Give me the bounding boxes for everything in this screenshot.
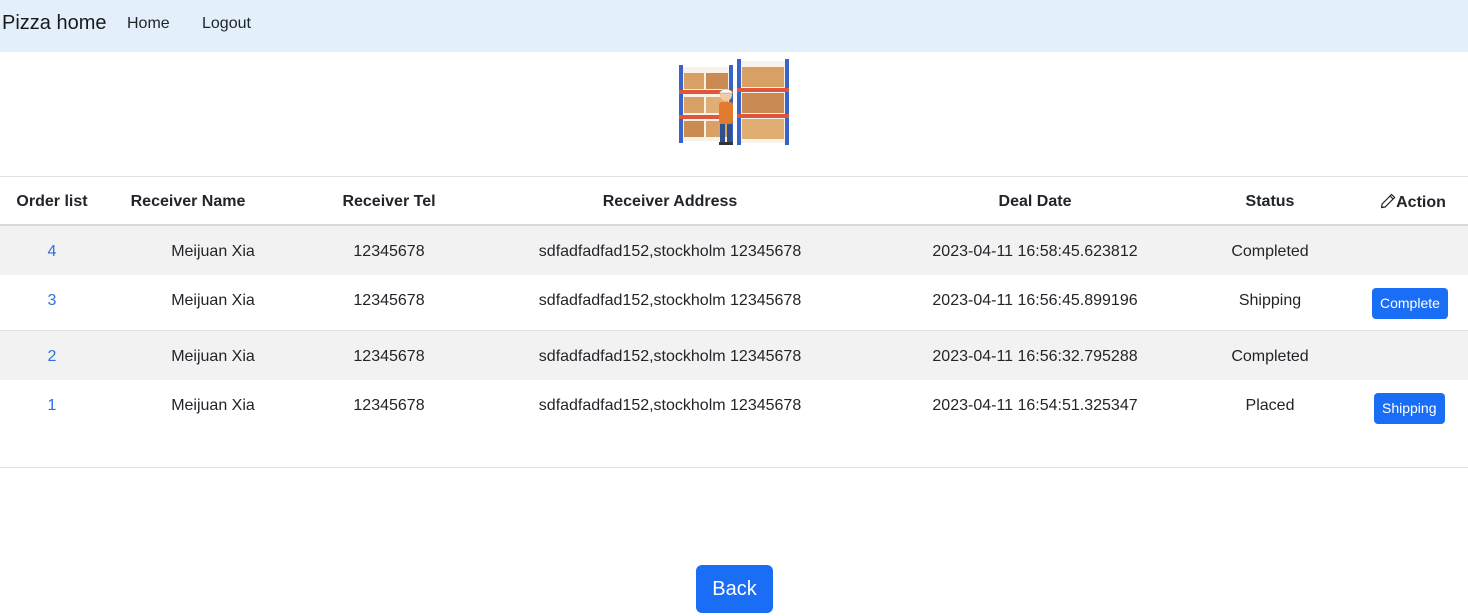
header-receiver-tel: Receiver Tel bbox=[342, 193, 436, 210]
receiver-tel: 12345678 bbox=[353, 243, 425, 260]
table-row: 4 Meijuan Xia 12345678 sdfadfadfad152,st… bbox=[0, 226, 1468, 275]
header-receiver-name: Receiver Name bbox=[130, 193, 246, 210]
order-status: Shipping bbox=[1238, 292, 1302, 309]
header-action-label: Action bbox=[1396, 194, 1446, 211]
warehouse-illustration bbox=[679, 59, 789, 145]
nav-logout-link[interactable]: Logout bbox=[202, 15, 251, 33]
receiver-address: sdfadfadfad152,stockholm 12345678 bbox=[538, 397, 802, 414]
right-rack bbox=[737, 59, 789, 145]
order-link[interactable]: 3 bbox=[48, 292, 57, 310]
order-link[interactable]: 1 bbox=[48, 397, 57, 415]
deal-date: 2023-04-11 16:56:45.899196 bbox=[932, 292, 1138, 309]
navbar: Pizza home Home Logout bbox=[0, 0, 1468, 52]
receiver-name: Meijuan Xia bbox=[171, 397, 255, 414]
receiver-tel: 12345678 bbox=[353, 397, 425, 414]
table-row: 2 Meijuan Xia 12345678 sdfadfadfad152,st… bbox=[0, 331, 1468, 380]
table-header: Order list Receiver Name Receiver Tel Re… bbox=[0, 176, 1468, 226]
order-status: Completed bbox=[1231, 348, 1309, 365]
deal-date: 2023-04-11 16:56:32.795288 bbox=[932, 348, 1138, 365]
order-link[interactable]: 2 bbox=[48, 348, 57, 366]
table-row: 1 Meijuan Xia 12345678 sdfadfadfad152,st… bbox=[0, 380, 1468, 468]
receiver-name: Meijuan Xia bbox=[171, 292, 255, 309]
receiver-address: sdfadfadfad152,stockholm 12345678 bbox=[538, 243, 802, 260]
header-receiver-address: Receiver Address bbox=[602, 193, 738, 210]
order-status: Placed bbox=[1245, 397, 1295, 414]
complete-button[interactable]: Complete bbox=[1372, 288, 1448, 319]
receiver-address: sdfadfadfad152,stockholm 12345678 bbox=[538, 292, 802, 309]
shipping-button[interactable]: Shipping bbox=[1374, 393, 1445, 424]
receiver-tel: 12345678 bbox=[353, 348, 425, 365]
header-order-list: Order list bbox=[16, 193, 88, 210]
receiver-name: Meijuan Xia bbox=[171, 348, 255, 365]
deal-date: 2023-04-11 16:54:51.325347 bbox=[932, 397, 1138, 414]
pencil-icon bbox=[1380, 193, 1396, 209]
order-status: Completed bbox=[1231, 243, 1309, 260]
brand-link[interactable]: Pizza home bbox=[2, 12, 107, 35]
header-deal-date: Deal Date bbox=[998, 193, 1072, 210]
header-action: Action bbox=[1380, 193, 1446, 212]
receiver-address: sdfadfadfad152,stockholm 12345678 bbox=[538, 348, 802, 365]
table-row: 3 Meijuan Xia 12345678 sdfadfadfad152,st… bbox=[0, 275, 1468, 331]
back-button[interactable]: Back bbox=[696, 565, 773, 613]
order-link[interactable]: 4 bbox=[48, 243, 57, 261]
deal-date: 2023-04-11 16:58:45.623812 bbox=[932, 243, 1138, 260]
header-status: Status bbox=[1245, 193, 1295, 210]
receiver-tel: 12345678 bbox=[353, 292, 425, 309]
receiver-name: Meijuan Xia bbox=[171, 243, 255, 260]
nav-home-link[interactable]: Home bbox=[127, 15, 170, 33]
